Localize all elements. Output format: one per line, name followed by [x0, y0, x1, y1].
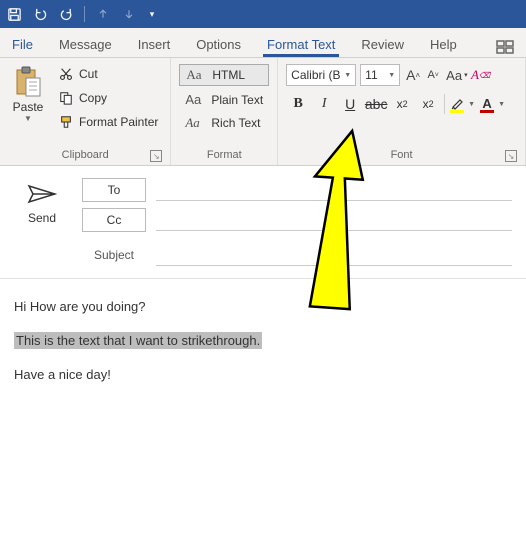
qat-customize-icon[interactable]: ▾ [147, 6, 157, 22]
highlight-swatch [450, 110, 464, 113]
save-icon[interactable] [6, 6, 22, 22]
tab-review[interactable]: Review [357, 31, 408, 57]
tab-help[interactable]: Help [426, 31, 461, 57]
paste-dropdown-icon[interactable]: ▼ [24, 114, 32, 123]
tab-message[interactable]: Message [55, 31, 116, 57]
underline-button[interactable]: U [338, 92, 362, 116]
highlight-color-button[interactable]: ▼ [449, 95, 477, 113]
font-group: Calibri (B▼ 11▼ A˄ A˅ Aa▾ A⌫ B I U abc [278, 58, 526, 165]
font-size-dropdown[interactable]: 11▼ [360, 64, 400, 86]
title-bar: ▾ [0, 0, 526, 28]
send-label: Send [28, 211, 56, 225]
body-selected-text: This is the text that I want to striketh… [14, 332, 262, 349]
send-icon [27, 184, 57, 207]
aa-plain-icon: Aa [185, 92, 205, 107]
copy-label: Copy [79, 91, 107, 105]
paintbrush-icon [58, 114, 74, 130]
font-color-button[interactable]: A ▼ [479, 95, 507, 113]
font-name-dropdown[interactable]: Calibri (B▼ [286, 64, 356, 86]
clear-formatting-button[interactable]: A⌫ [472, 65, 490, 85]
subject-label: Subject [82, 248, 146, 262]
copy-icon [58, 90, 74, 106]
paste-label: Paste [13, 100, 44, 114]
scissors-icon [58, 66, 74, 82]
copy-button[interactable]: Copy [54, 88, 162, 108]
body-line: Have a nice day! [14, 367, 512, 382]
compose-header: Send To Cc Subject [0, 166, 526, 279]
highlight-icon [449, 95, 465, 113]
collapse-ribbon-icon[interactable] [496, 40, 518, 57]
body-line: Hi How are you doing? [14, 299, 512, 314]
tab-options[interactable]: Options [192, 31, 245, 57]
paste-icon [14, 66, 42, 98]
aa-serif-icon: Aa [186, 67, 206, 83]
paste-button[interactable]: Paste ▼ [8, 62, 48, 147]
cc-button[interactable]: Cc [82, 208, 146, 232]
ribbon-tabs: File Message Insert Options Format Text … [0, 28, 526, 58]
format-group: Aa HTML Aa Plain Text Aa Rich Text Forma… [171, 58, 278, 165]
redo-icon[interactable] [58, 6, 74, 22]
chevron-down-icon: ▼ [466, 101, 477, 108]
format-painter-label: Format Painter [79, 115, 158, 129]
down-arrow-icon[interactable] [121, 6, 137, 22]
message-body[interactable]: Hi How are you doing? This is the text t… [0, 279, 526, 420]
subscript-button[interactable]: x2 [390, 92, 414, 116]
html-format-button[interactable]: Aa HTML [179, 64, 269, 86]
tab-insert[interactable]: Insert [134, 31, 175, 57]
tab-file[interactable]: File [8, 31, 37, 57]
clipboard-group-label: Clipboard ↘ [8, 147, 162, 163]
ribbon: Paste ▼ Cut Copy [0, 58, 526, 166]
rich-text-format-button[interactable]: Aa Rich Text [179, 113, 269, 133]
cut-label: Cut [79, 67, 98, 81]
clipboard-group: Paste ▼ Cut Copy [0, 58, 171, 165]
font-group-label: Font ↘ [286, 147, 517, 163]
to-field[interactable] [156, 179, 512, 201]
cut-button[interactable]: Cut [54, 64, 162, 84]
font-color-icon: A [479, 95, 495, 113]
format-group-label: Format [179, 147, 269, 163]
format-painter-button[interactable]: Format Painter [54, 112, 162, 132]
grow-font-button[interactable]: A˄ [404, 65, 422, 85]
bold-button[interactable]: B [286, 92, 310, 116]
change-case-button[interactable]: Aa▾ [446, 68, 467, 83]
clipboard-launcher-icon[interactable]: ↘ [150, 150, 162, 162]
subject-field[interactable] [156, 244, 512, 266]
plain-text-format-button[interactable]: Aa Plain Text [179, 90, 269, 109]
chevron-down-icon: ▼ [388, 72, 395, 79]
cc-field[interactable] [156, 209, 512, 231]
send-button[interactable]: Send [14, 178, 70, 266]
qat-separator [84, 6, 85, 22]
superscript-button[interactable]: x2 [416, 92, 440, 116]
tab-format-text[interactable]: Format Text [263, 31, 339, 57]
font-color-swatch [480, 110, 494, 113]
italic-button[interactable]: I [312, 92, 336, 116]
chevron-down-icon: ▼ [496, 101, 507, 108]
up-arrow-icon[interactable] [95, 6, 111, 22]
aa-italic-icon: Aa [185, 115, 205, 131]
to-button[interactable]: To [82, 178, 146, 202]
undo-icon[interactable] [32, 6, 48, 22]
strikethrough-button[interactable]: abc [364, 92, 388, 116]
font-launcher-icon[interactable]: ↘ [505, 150, 517, 162]
shrink-font-button[interactable]: A˅ [424, 65, 442, 85]
separator [444, 94, 445, 114]
chevron-down-icon: ▼ [344, 72, 351, 79]
